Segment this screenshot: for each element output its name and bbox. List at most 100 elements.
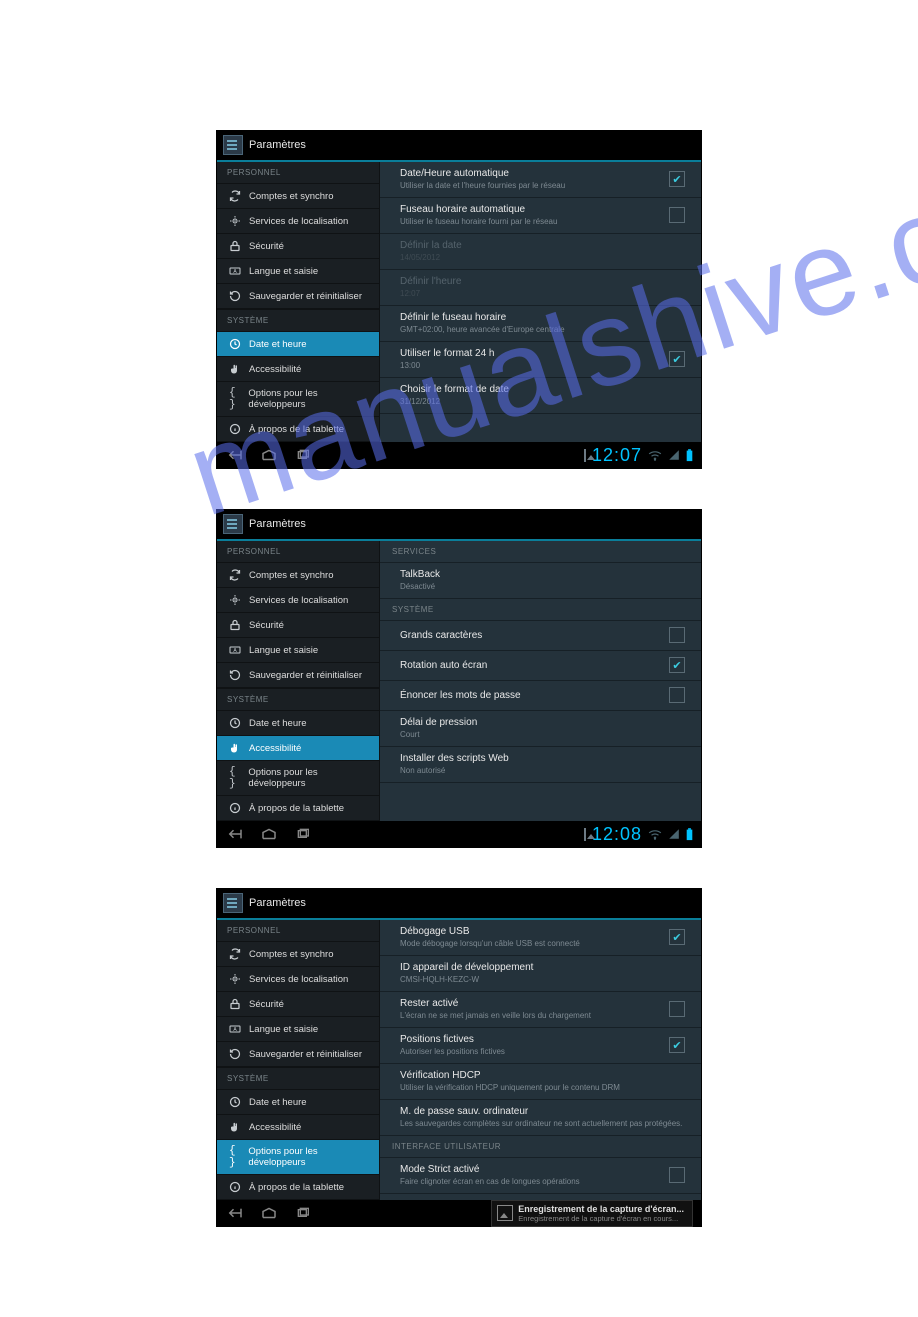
home-button[interactable] (259, 448, 279, 462)
checkbox[interactable] (669, 1001, 685, 1017)
toast-subtitle: Enregistrement de la capture d'écran en … (518, 1214, 684, 1223)
sidebar-item-dev[interactable]: { } Options pour les développeurs (217, 1140, 379, 1175)
back-button[interactable] (225, 827, 245, 841)
setting-row[interactable]: Utiliser le format 24 h 13:00 ✔ (380, 342, 701, 378)
sidebar-item-date[interactable]: Date et heure (217, 711, 379, 736)
checkbox[interactable]: ✔ (669, 1037, 685, 1053)
checkbox[interactable]: ✔ (669, 657, 685, 673)
braces-icon: { } (229, 393, 240, 405)
sync-icon (229, 190, 241, 202)
sidebar-item-date[interactable]: Date et heure (217, 332, 379, 357)
back-button[interactable] (225, 448, 245, 462)
sidebar-item-label: Sauvegarder et réinitialiser (249, 1049, 362, 1060)
sidebar-item-label: Accessibilité (249, 364, 301, 375)
setting-title: Installer des scripts Web (400, 753, 689, 764)
setting-row[interactable]: ID appareil de développement CMSI-HQLH-K… (380, 956, 701, 992)
setting-row[interactable]: Choisir le format de date 31/12/2012 (380, 378, 701, 414)
setting-row[interactable]: Rester activé L'écran ne se met jamais e… (380, 992, 701, 1028)
setting-row[interactable]: Installer des scripts Web Non autorisé (380, 747, 701, 783)
setting-row[interactable]: Positions fictives Autoriser les positio… (380, 1028, 701, 1064)
sidebar-item-label: À propos de la tablette (249, 1182, 344, 1193)
sidebar-item-securite[interactable]: Sécurité (217, 992, 379, 1017)
setting-row[interactable]: M. de passe sauv. ordinateur Les sauvega… (380, 1100, 701, 1136)
sidebar-item-sauvegarde[interactable]: Sauvegarder et réinitialiser (217, 663, 379, 688)
recent-apps-button[interactable] (293, 827, 313, 841)
restore-icon (229, 290, 241, 302)
section-header-systeme: SYSTÈME (217, 688, 379, 711)
sidebar-item-dev[interactable]: { } Options pour les développeurs (217, 761, 379, 796)
home-button[interactable] (259, 1206, 279, 1220)
setting-subtitle: CMSI-HQLH-KEZC-W (400, 975, 689, 984)
setting-title: Définir la date (400, 240, 689, 251)
recent-apps-button[interactable] (293, 448, 313, 462)
sidebar-item-about[interactable]: À propos de la tablette (217, 417, 379, 442)
recent-apps-button[interactable] (293, 1206, 313, 1220)
sidebar-item-label: À propos de la tablette (249, 803, 344, 814)
checkbox[interactable] (669, 1167, 685, 1183)
back-button[interactable] (225, 1206, 245, 1220)
checkbox[interactable]: ✔ (669, 171, 685, 187)
sidebar-item-date[interactable]: Date et heure (217, 1090, 379, 1115)
settings-detail-pane: Débogage USB Mode débogage lorsqu'un câb… (379, 920, 701, 1200)
sidebar-item-sauvegarde[interactable]: Sauvegarder et réinitialiser (217, 1042, 379, 1067)
settings-sidebar: PERSONNEL Comptes et synchro Services de… (217, 541, 379, 821)
sidebar-item-sauvegarde[interactable]: Sauvegarder et réinitialiser (217, 284, 379, 309)
sidebar-item-securite[interactable]: Sécurité (217, 613, 379, 638)
sidebar-item-label: Services de localisation (249, 216, 348, 227)
sidebar-item-access[interactable]: Accessibilité (217, 1115, 379, 1140)
clock-icon (229, 1096, 241, 1108)
hand-icon (229, 742, 241, 754)
setting-row[interactable]: Vérification HDCP Utiliser la vérificati… (380, 1064, 701, 1100)
checkbox[interactable] (669, 207, 685, 223)
settings-app-icon (223, 514, 243, 534)
sidebar-item-label: Sécurité (249, 999, 284, 1010)
checkbox[interactable]: ✔ (669, 351, 685, 367)
sidebar-item-about[interactable]: À propos de la tablette (217, 796, 379, 821)
status-area: 12:07 (584, 445, 693, 466)
setting-row[interactable]: Mode Strict activé Faire clignoter écran… (380, 1158, 701, 1194)
sidebar-item-access[interactable]: Accessibilité (217, 736, 379, 761)
checkbox[interactable] (669, 687, 685, 703)
setting-title: M. de passe sauv. ordinateur (400, 1106, 689, 1117)
setting-row[interactable]: Débogage USB Mode débogage lorsqu'un câb… (380, 920, 701, 956)
setting-row[interactable]: Date/Heure automatique Utiliser la date … (380, 162, 701, 198)
settings-sidebar: PERSONNEL Comptes et synchro Services de… (217, 162, 379, 442)
clock-icon (229, 338, 241, 350)
info-icon (229, 1181, 241, 1193)
setting-row[interactable]: TalkBack Désactivé (380, 563, 701, 599)
sidebar-item-comptes[interactable]: Comptes et synchro (217, 184, 379, 209)
sidebar-item-comptes[interactable]: Comptes et synchro (217, 942, 379, 967)
location-icon (229, 215, 241, 227)
sidebar-item-langue[interactable]: A Langue et saisie (217, 259, 379, 284)
braces-icon: { } (229, 1151, 240, 1163)
sidebar-item-label: Comptes et synchro (249, 191, 333, 202)
sidebar-item-langue[interactable]: A Langue et saisie (217, 1017, 379, 1042)
home-button[interactable] (259, 827, 279, 841)
setting-row[interactable]: Fuseau horaire automatique Utiliser le f… (380, 198, 701, 234)
setting-title: Mode Strict activé (400, 1164, 669, 1175)
braces-icon: { } (229, 772, 240, 784)
setting-subtitle: Autoriser les positions fictives (400, 1047, 669, 1056)
checkbox[interactable] (669, 627, 685, 643)
sidebar-item-comptes[interactable]: Comptes et synchro (217, 563, 379, 588)
detail-section-header: INTERFACE UTILISATEUR (380, 1136, 701, 1158)
setting-row[interactable]: Grands caractères (380, 621, 701, 651)
sidebar-item-dev[interactable]: { } Options pour les développeurs (217, 382, 379, 417)
setting-subtitle: L'écran ne se met jamais en veille lors … (400, 1011, 669, 1020)
sidebar-item-access[interactable]: Accessibilité (217, 357, 379, 382)
setting-row[interactable]: Rotation auto écran ✔ (380, 651, 701, 681)
checkbox[interactable]: ✔ (669, 929, 685, 945)
setting-title: TalkBack (400, 569, 689, 580)
sidebar-item-securite[interactable]: Sécurité (217, 234, 379, 259)
system-navbar: Enregistrement de la capture d'écran... … (217, 1200, 701, 1226)
sidebar-item-localisation[interactable]: Services de localisation (217, 588, 379, 613)
app-title: Paramètres (249, 518, 306, 530)
sidebar-item-localisation[interactable]: Services de localisation (217, 209, 379, 234)
setting-row[interactable]: Définir le fuseau horaire GMT+02:00, heu… (380, 306, 701, 342)
sidebar-item-langue[interactable]: A Langue et saisie (217, 638, 379, 663)
lock-icon (229, 619, 241, 631)
sidebar-item-localisation[interactable]: Services de localisation (217, 967, 379, 992)
setting-row[interactable]: Délai de pression Court (380, 711, 701, 747)
sidebar-item-label: Date et heure (249, 339, 307, 350)
setting-row[interactable]: Énoncer les mots de passe (380, 681, 701, 711)
